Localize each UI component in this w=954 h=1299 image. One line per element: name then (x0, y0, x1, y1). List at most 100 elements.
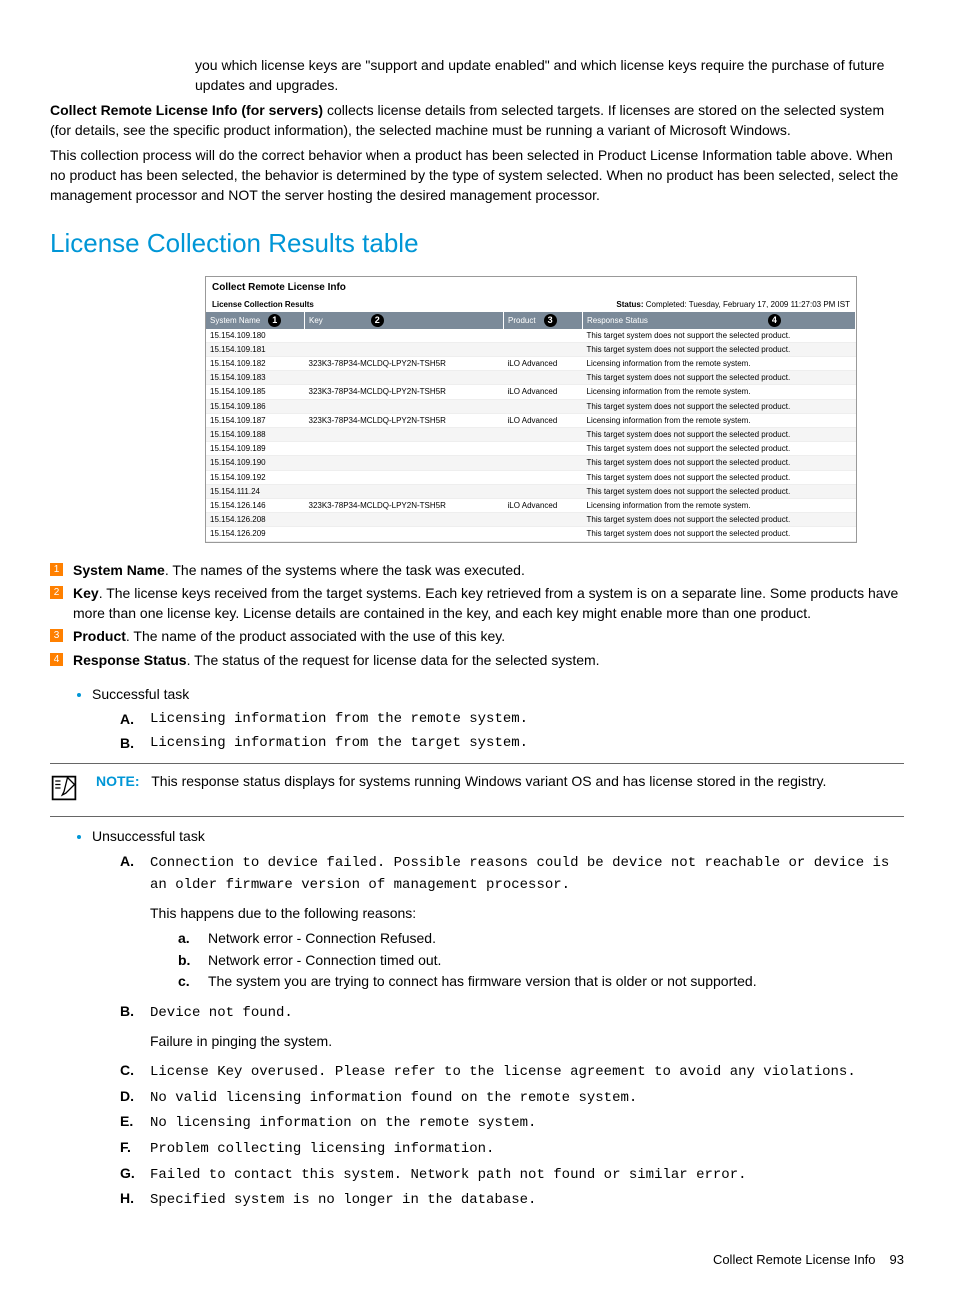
scr-subtitle-left: License Collection Results (212, 299, 314, 310)
table-cell: iLO Advanced (504, 498, 583, 512)
results-screenshot: Collect Remote License Info License Coll… (205, 276, 857, 543)
item-text: Network error - Connection Refused. (208, 929, 436, 949)
table-row: 15.154.109.183This target system does no… (206, 371, 856, 385)
scr-status-label: Status: (616, 300, 643, 309)
list-item: A. Connection to device failed. Possible… (120, 852, 904, 996)
item-marker: C. (120, 1061, 150, 1083)
table-cell (504, 456, 583, 470)
item-text: The system you are trying to connect has… (208, 972, 757, 992)
table-row: 15.154.109.189 This target system does no… (206, 442, 856, 456)
item-followup: This happens due to the following reason… (150, 904, 904, 924)
callout-3: 3 (544, 314, 557, 327)
callout-number: 4 (50, 653, 63, 666)
table-cell (504, 470, 583, 484)
table-cell: 15.154.111.24 (206, 484, 305, 498)
table-cell: 15.154.109.189 (206, 442, 305, 456)
table-cell (504, 527, 583, 541)
item-text-mono: License Key overused. Please refer to th… (150, 1064, 856, 1080)
item-text-mono: No licensing information on the remote s… (150, 1115, 536, 1131)
table-row: 15.154.126.208 This target system does no… (206, 513, 856, 527)
table-cell: 15.154.109.183 (206, 371, 305, 385)
table-cell: iLO Advanced (504, 413, 583, 427)
successful-label: Successful task (92, 686, 189, 702)
table-cell: 15.154.109.182 (206, 357, 305, 371)
table-cell: 15.154.109.188 (206, 428, 305, 442)
table-cell: 15.154.109.192 (206, 470, 305, 484)
reason-sublist: a.Network error - Connection Refused.b.N… (150, 929, 904, 992)
table-cell: 15.154.126.208 (206, 513, 305, 527)
note-block: NOTE: This response status displays for … (50, 763, 904, 817)
th-system-name: System Name1 (206, 312, 305, 329)
table-row: 15.154.109.181 This target system does no… (206, 342, 856, 356)
table-cell: This target system does not support the … (583, 342, 856, 356)
scr-title: Collect Remote License Info (206, 277, 856, 297)
note-label: NOTE: (96, 773, 140, 789)
table-cell (305, 428, 504, 442)
item-marker: F. (120, 1138, 150, 1160)
unsuccessful-label: Unsuccessful task (92, 828, 205, 844)
table-cell: Licensing information from the remote sy… (583, 357, 856, 371)
item-marker: H. (120, 1189, 150, 1211)
callout-definitions: 1 System Name. The names of the systems w… (50, 561, 904, 671)
list-item: F.Problem collecting licensing informati… (120, 1138, 904, 1160)
table-cell: 15.154.126.209 (206, 527, 305, 541)
callout-text: . The names of the systems where the tas… (165, 562, 525, 578)
table-cell: This target system does not support the … (583, 428, 856, 442)
table-cell (305, 513, 504, 527)
table-cell (504, 399, 583, 413)
intro-p2-bold: Collect Remote License Info (for servers… (50, 102, 323, 118)
scr-status-value: Completed: Tuesday, February 17, 2009 11… (644, 300, 850, 309)
table-row: 15.154.126.146323K3-78P34-MCLDQ-LPY2N-TS… (206, 498, 856, 512)
item-marker: c. (178, 972, 208, 992)
list-item: C.License Key overused. Please refer to … (120, 1061, 904, 1083)
table-cell (305, 470, 504, 484)
table-cell: This target system does not support the … (583, 513, 856, 527)
callout-title: System Name (73, 562, 165, 578)
intro-p2: Collect Remote License Info (for servers… (50, 101, 904, 140)
table-cell (305, 342, 504, 356)
table-row: 15.154.111.24 This target system does not… (206, 484, 856, 498)
table-row: 15.154.109.190This target system does no… (206, 456, 856, 470)
note-text: This response status displays for system… (151, 773, 826, 789)
callout-number: 1 (50, 563, 63, 576)
footer-title: Collect Remote License Info (713, 1251, 876, 1269)
table-row: 15.154.109.185323K3-78P34-MCLDQ-LPY2N-TS… (206, 385, 856, 399)
item-text-mono: Failed to contact this system. Network p… (150, 1167, 747, 1183)
table-row: 15.154.109.192This target system does no… (206, 470, 856, 484)
intro-p3: This collection process will do the corr… (50, 146, 904, 205)
item-marker: A. (120, 852, 150, 996)
list-item: B.Licensing information from the target … (120, 734, 904, 754)
table-cell: This target system does not support the … (583, 527, 856, 541)
table-cell: This target system does not support the … (583, 484, 856, 498)
table-cell (504, 513, 583, 527)
table-cell: iLO Advanced (504, 357, 583, 371)
table-cell: This target system does not support the … (583, 442, 856, 456)
table-cell: 323K3-78P34-MCLDQ-LPY2N-TSH5R (305, 357, 504, 371)
list-item: E.No licensing information on the remote… (120, 1112, 904, 1134)
table-cell: iLO Advanced (504, 385, 583, 399)
item-marker: G. (120, 1164, 150, 1186)
item-text-mono: Specified system is no longer in the dat… (150, 1192, 536, 1208)
list-item: c.The system you are trying to connect h… (178, 972, 904, 992)
item-marker: A. (120, 710, 150, 730)
th-label: System Name (210, 316, 260, 325)
page-footer: Collect Remote License Info 93 (50, 1251, 904, 1269)
callout-text: . The license keys received from the tar… (73, 585, 898, 621)
intro-p1: you which license keys are "support and … (195, 56, 904, 95)
successful-sublist: A.Licensing information from the remote … (92, 710, 904, 753)
callout-title: Key (73, 585, 99, 601)
callout-4: 4 (768, 314, 781, 327)
table-cell: 323K3-78P34-MCLDQ-LPY2N-TSH5R (305, 413, 504, 427)
item-text: Network error - Connection timed out. (208, 951, 441, 971)
table-row: 15.154.109.180This target system does no… (206, 329, 856, 343)
table-cell: Licensing information from the remote sy… (583, 413, 856, 427)
intro-block: you which license keys are "support and … (195, 56, 904, 95)
table-row: 15.154.109.182323K3-78P34-MCLDQ-LPY2N-TS… (206, 357, 856, 371)
table-row: 15.154.109.186This target system does no… (206, 399, 856, 413)
item-marker: a. (178, 929, 208, 949)
table-cell (504, 342, 583, 356)
callout-title: Response Status (73, 652, 187, 668)
table-cell: 15.154.109.181 (206, 342, 305, 356)
table-cell: 323K3-78P34-MCLDQ-LPY2N-TSH5R (305, 385, 504, 399)
note-text-wrap: NOTE: This response status displays for … (96, 772, 826, 808)
